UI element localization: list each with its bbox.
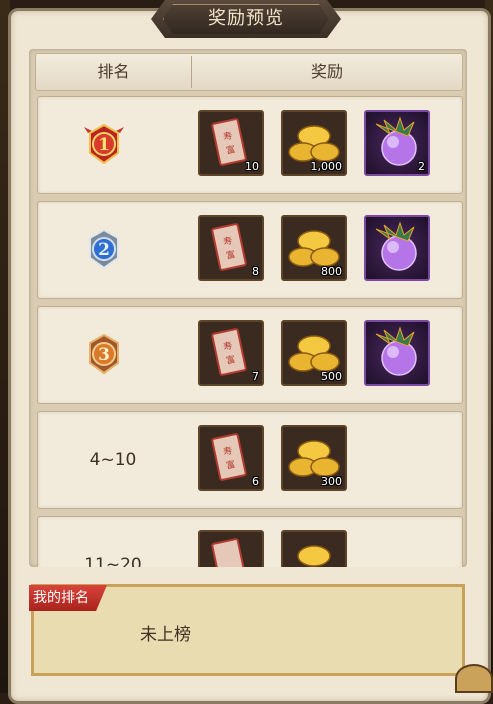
reward-qty: 6 <box>252 475 259 488</box>
silver-medal-icon: 2 <box>89 228 119 270</box>
gold-ingot-icon <box>297 545 331 567</box>
helper-mascot-icon[interactable] <box>455 664 493 693</box>
reward-qty: 800 <box>321 265 342 278</box>
reward-item[interactable] <box>364 215 430 281</box>
my-rank-label: 我的排名 <box>33 590 89 606</box>
panel-title: 奖励预览 <box>208 8 284 29</box>
reward-item[interactable] <box>198 530 264 567</box>
reward-item[interactable]: 800 <box>281 215 347 281</box>
red-envelope-icon <box>211 538 247 567</box>
reward-row-4-10: 4~10 寿 富 6 300 <box>37 411 463 509</box>
reward-item[interactable]: 寿 富 6 <box>198 425 264 491</box>
reward-column-header: 奖励 <box>310 62 343 81</box>
reward-item[interactable]: 1,000 <box>281 110 347 176</box>
reward-qty: 1,000 <box>310 160 343 173</box>
reward-qty: 8 <box>252 265 259 278</box>
rank-range-label: 11~20 <box>84 555 142 567</box>
reward-qty: 2 <box>418 160 425 173</box>
reward-item[interactable] <box>364 320 430 386</box>
reward-row-3: 3 寿 富 7 500 <box>37 306 463 404</box>
reward-item[interactable] <box>281 530 347 567</box>
list-header: 排名 奖励 <box>35 53 463 91</box>
reward-qty: 10 <box>245 160 259 173</box>
reward-qty: 300 <box>321 475 342 488</box>
reward-qty: 7 <box>252 370 259 383</box>
reward-item[interactable]: 寿 富 10 <box>198 110 264 176</box>
rank-range-label: 4~10 <box>89 450 137 470</box>
reward-item[interactable]: 2 <box>364 110 430 176</box>
reward-item[interactable]: 300 <box>281 425 347 491</box>
bronze-medal-icon: 3 <box>89 333 119 375</box>
my-rank-value: 未上榜 <box>140 625 191 645</box>
gold-medal-icon: 1 <box>84 123 124 165</box>
reward-item[interactable]: 寿 富 8 <box>198 215 264 281</box>
reward-item[interactable]: 500 <box>281 320 347 386</box>
reward-qty: 500 <box>321 370 342 383</box>
reward-row-11-20: 11~20 <box>37 516 463 567</box>
svg-text:3: 3 <box>98 345 110 365</box>
reward-row-2: 2 寿 富 8 800 <box>37 201 463 299</box>
reward-row-1: 1 寿 富 10 1,000 2 <box>37 96 463 194</box>
purple-dragon-orb-icon <box>375 221 417 271</box>
purple-dragon-orb-icon <box>375 326 417 376</box>
reward-list[interactable]: 排名 奖励 1 寿 富 10 1,000 2 2 寿 富 8 800 3 寿 富… <box>29 49 467 567</box>
rank-column-header: 排名 <box>97 62 130 81</box>
reward-item[interactable]: 寿 富 7 <box>198 320 264 386</box>
svg-text:2: 2 <box>98 240 110 260</box>
svg-text:1: 1 <box>98 135 110 155</box>
